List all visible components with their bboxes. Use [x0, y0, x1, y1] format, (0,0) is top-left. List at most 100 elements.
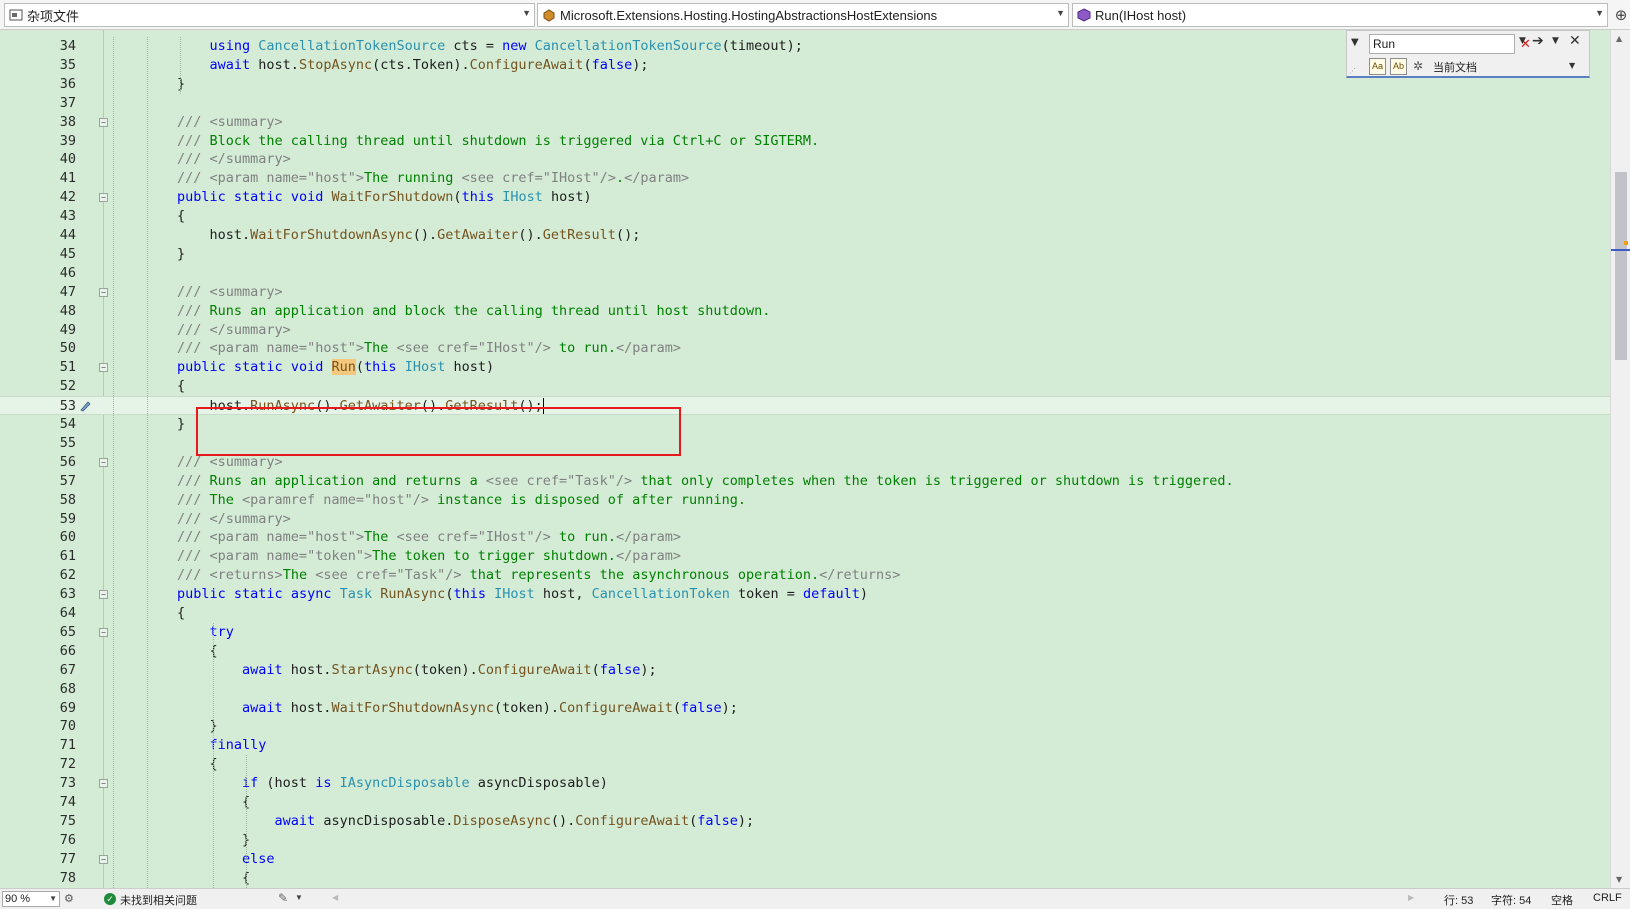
line-number: 60: [59, 529, 76, 546]
code-cleanup-icon[interactable]: ✎: [278, 891, 288, 905]
chevron-down-icon[interactable]: ▼: [1552, 36, 1559, 46]
code-line[interactable]: 50 /// <param name="host">The <see cref="…: [0, 339, 1610, 358]
line-number: 46: [59, 264, 76, 281]
project-dropdown[interactable]: 杂项文件 ▼: [4, 3, 535, 27]
code-line[interactable]: 43 {: [0, 207, 1610, 226]
line-number: 39: [59, 132, 76, 149]
indent-guide: [180, 37, 181, 94]
collapse-icon[interactable]: −: [99, 287, 108, 297]
line-text: await host.WaitForShutdownAsync(token).C…: [242, 699, 738, 716]
code-line[interactable]: 77 − else: [0, 850, 1610, 869]
code-line[interactable]: 78 {: [0, 869, 1610, 888]
line-indicator[interactable]: 行: 53: [1444, 892, 1473, 908]
match-case-button[interactable]: Aa: [1369, 58, 1386, 75]
code-line[interactable]: 51 − public static void Run(this IHost hos…: [0, 358, 1610, 377]
code-editor[interactable]: 34 using CancellationTokenSource cts = n…: [0, 30, 1610, 888]
indent-guide: [213, 622, 214, 888]
line-number: 55: [59, 434, 76, 451]
code-line[interactable]: 42 − public static void WaitForShutdown(th…: [0, 188, 1610, 207]
code-line[interactable]: 63 − public static async Task RunAsync(thi…: [0, 585, 1610, 604]
line-number: 56: [59, 453, 76, 470]
split-window-icon[interactable]: ⊕: [1612, 3, 1630, 27]
code-line[interactable]: 59 /// </summary>: [0, 510, 1610, 529]
code-line[interactable]: 62 /// <returns>The <see cref="Task"/> th…: [0, 566, 1610, 585]
code-line[interactable]: 38 − /// <summary>: [0, 113, 1610, 132]
code-line[interactable]: 57 /// Runs an application and returns a …: [0, 472, 1610, 491]
code-line[interactable]: 67 await host.StartAsync(token).Configur…: [0, 661, 1610, 680]
search-scope-dropdown[interactable]: 当前文档: [1433, 59, 1563, 75]
line-text: await host.StopAsync(cts.Token).Configur…: [209, 56, 649, 73]
toggle-replace-icon[interactable]: ▼: [1351, 37, 1359, 48]
collapse-icon[interactable]: −: [99, 779, 108, 789]
code-line[interactable]: 39 /// Block the calling thread until shu…: [0, 132, 1610, 151]
scroll-right-icon[interactable]: ▶: [1408, 893, 1414, 902]
column-indicator[interactable]: 字符: 54: [1491, 892, 1531, 908]
code-line[interactable]: 66 {: [0, 642, 1610, 661]
collapse-icon[interactable]: −: [99, 193, 108, 203]
whole-word-button[interactable]: Ab: [1390, 58, 1407, 75]
vertical-scrollbar[interactable]: ▲ ▼: [1610, 30, 1630, 888]
line-text: {: [177, 378, 186, 395]
member-dropdown[interactable]: Run(IHost host) ▼: [1072, 3, 1608, 27]
line-text: }: [177, 718, 218, 735]
code-line[interactable]: 76 }: [0, 831, 1610, 850]
code-line[interactable]: 49 /// </summary>: [0, 321, 1610, 340]
scroll-left-icon[interactable]: ◀: [332, 893, 338, 902]
scroll-down-icon[interactable]: ▼: [1616, 875, 1622, 884]
chevron-down-icon[interactable]: ▼: [1569, 61, 1575, 70]
search-history-icon[interactable]: ▼: [1519, 36, 1526, 46]
scroll-up-icon[interactable]: ▲: [1616, 34, 1622, 43]
chevron-down-icon[interactable]: ▼: [295, 893, 303, 902]
collapse-icon[interactable]: −: [99, 363, 108, 373]
code-line[interactable]: 40 /// </summary>: [0, 150, 1610, 169]
code-line[interactable]: 60 /// <param name="host">The <see cref="…: [0, 528, 1610, 547]
line-text: /// Runs an application and returns a <s…: [177, 472, 1234, 489]
code-line[interactable]: 72 {: [0, 755, 1610, 774]
code-line[interactable]: 45}: [0, 245, 1610, 264]
code-line[interactable]: 73 − if (host is IAsyncDisposable asyncDi…: [0, 774, 1610, 793]
code-line[interactable]: 48 /// Runs an application and block the …: [0, 302, 1610, 321]
type-dropdown[interactable]: Microsoft.Extensions.Hosting.HostingAbst…: [537, 3, 1069, 27]
code-line[interactable]: 46: [0, 264, 1610, 283]
line-number: 37: [59, 94, 76, 111]
chevron-down-icon: ▼: [1595, 8, 1604, 18]
code-line[interactable]: 37: [0, 94, 1610, 113]
method-icon: [1077, 8, 1091, 22]
code-line[interactable]: 41 /// <param name="host">The running <se…: [0, 169, 1610, 188]
highlight-annotation-box: [196, 407, 681, 456]
code-line[interactable]: 65 − try: [0, 623, 1610, 642]
collapse-icon[interactable]: −: [99, 117, 108, 127]
find-next-icon[interactable]: ➔: [1532, 33, 1544, 49]
resize-grip-icon[interactable]: ⋰: [1349, 67, 1356, 75]
zoom-dropdown[interactable]: 90 % ▼: [2, 891, 60, 907]
code-line[interactable]: 52 {: [0, 377, 1610, 396]
regex-icon[interactable]: ✲: [1413, 59, 1423, 73]
close-icon[interactable]: ✕: [1569, 33, 1581, 49]
code-health-icon[interactable]: ⚙: [64, 892, 74, 905]
collapse-icon[interactable]: −: [99, 854, 108, 864]
line-text: /// <summary>: [177, 113, 283, 130]
code-line[interactable]: 75 await asyncDisposable.DisposeAsync().…: [0, 812, 1610, 831]
code-line[interactable]: 61 /// <param name="token">The token to t…: [0, 547, 1610, 566]
collapse-icon[interactable]: −: [99, 627, 108, 637]
line-text: /// Runs an application and block the ca…: [177, 302, 771, 319]
line-ending-indicator[interactable]: CRLF: [1593, 892, 1622, 904]
code-line[interactable]: 71 finally: [0, 736, 1610, 755]
quick-action-pencil-icon[interactable]: [78, 399, 92, 413]
code-line[interactable]: 44 host.WaitForShutdownAsync().GetAwaite…: [0, 226, 1610, 245]
collapse-icon[interactable]: −: [99, 457, 108, 467]
code-line[interactable]: 69 await host.WaitForShutdownAsync(token…: [0, 699, 1610, 718]
collapse-icon[interactable]: −: [99, 590, 108, 600]
scrollbar-thumb[interactable]: [1615, 172, 1627, 360]
whitespace-indicator[interactable]: 空格: [1551, 892, 1573, 908]
find-input[interactable]: Run ✕: [1369, 34, 1531, 54]
code-line[interactable]: 74 {: [0, 793, 1610, 812]
code-line[interactable]: 70 }: [0, 717, 1610, 736]
code-line[interactable]: 68: [0, 680, 1610, 699]
code-line[interactable]: 64 {: [0, 604, 1610, 623]
issues-status[interactable]: 未找到相关问题: [120, 892, 197, 908]
chevron-down-icon: ▼: [49, 894, 57, 903]
code-line[interactable]: 58 /// The <paramref name="host"/> instan…: [0, 491, 1610, 510]
find-widget: ▼ Run ✕ ▼ ➔ ▼ ✕ ⋰ Aa Ab ✲ 当前文档 ▼: [1346, 30, 1590, 78]
code-line[interactable]: 47 − /// <summary>: [0, 283, 1610, 302]
